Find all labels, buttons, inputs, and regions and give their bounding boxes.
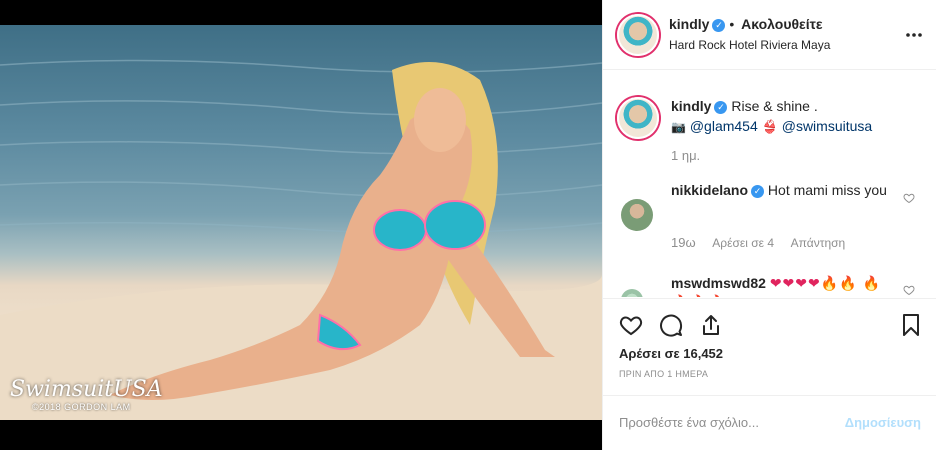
comment-input[interactable] [619,411,839,433]
photo-illustration [0,59,602,420]
share-icon[interactable] [699,313,723,337]
comment-composer: Δημοσίευση [603,395,936,450]
post-actions: Αρέσει σε 16,452 ΠΡΙΝ ΑΠΟ 1 ΗΜΕΡΑ [603,298,936,410]
like-count[interactable]: Αρέσει σε 16,452 [619,346,723,361]
comment-icon[interactable] [659,313,683,337]
verified-icon: ✓ [712,18,726,32]
comment-username[interactable]: mswdmswd82 [671,275,766,291]
following-button[interactable]: Ακολουθείτε [741,16,822,32]
caption-avatar[interactable] [617,97,659,139]
more-icon[interactable] [905,26,923,44]
comment-likes[interactable]: Αρέσει σε 4 [712,236,774,250]
watermark-credit: ©2018 GORDON LAM [32,402,131,412]
post-caption: kindly ✓ Rise & shine . 📷 @glam454 👙 @swi… [671,96,921,137]
caption-text: Rise & shine . [731,98,818,114]
author-avatar[interactable] [617,14,659,56]
post-photo[interactable]: SwimsuitUSA ©2018 GORDON LAM [0,25,602,420]
comment-like-heart-icon[interactable] [903,284,915,296]
comment-meta: 19ω Αρέσει σε 4 Απάντηση [671,235,859,250]
verified-icon: ✓ [714,100,728,114]
post-location[interactable]: Hard Rock Hotel Riviera Maya [669,38,830,52]
caption-username[interactable]: kindly [671,98,711,114]
caption-mention-swimsuitusa[interactable]: @swimsuitusa [782,118,872,134]
comment-timestamp[interactable]: 19ω [671,235,696,250]
heart-icon[interactable] [619,313,643,337]
post-date[interactable]: ΠΡΙΝ ΑΠΟ 1 ΗΜΕΡΑ [619,369,708,379]
watermark-brand: SwimsuitUSA [10,377,163,402]
post-sidebar: kindly ✓ • Ακολουθείτε Hard Rock Hotel Ri… [602,0,936,450]
comment-avatar[interactable] [621,289,643,297]
comment-like-heart-icon[interactable] [903,192,915,204]
comment-text: Hot mami miss you [767,182,887,198]
header-user-line: kindly ✓ • Ακολουθείτε [669,16,822,32]
comment-reply-button[interactable]: Απάντηση [791,236,846,250]
post-media-pane: SwimsuitUSA ©2018 GORDON LAM [0,0,602,450]
caption-timestamp[interactable]: 1 ημ. [671,148,700,163]
comment-avatar[interactable] [621,199,653,231]
camera-emoji-icon: 📷 [671,120,686,134]
comment-item: nikkidelano ✓ Hot mami miss you [671,181,897,200]
publish-button[interactable]: Δημοσίευση [845,415,921,430]
bookmark-icon[interactable] [899,313,923,337]
post-header: kindly ✓ • Ακολουθείτε Hard Rock Hotel Ri… [603,0,936,70]
comment-username[interactable]: nikkidelano [671,182,748,198]
verified-icon: ✓ [751,184,765,198]
comments-list[interactable]: kindly ✓ Rise & shine . 📷 @glam454 👙 @swi… [603,71,936,297]
author-username[interactable]: kindly [669,16,709,32]
bikini-emoji-icon: 👙 [761,119,778,134]
header-separator: • [729,16,735,32]
photo-watermark: SwimsuitUSA ©2018 GORDON LAM [10,377,163,412]
comment-item: mswdmswd82 ❤❤❤❤🔥🔥 🔥🔥🔥🔥 [671,274,897,297]
caption-mention-glam454[interactable]: @glam454 [690,118,758,134]
